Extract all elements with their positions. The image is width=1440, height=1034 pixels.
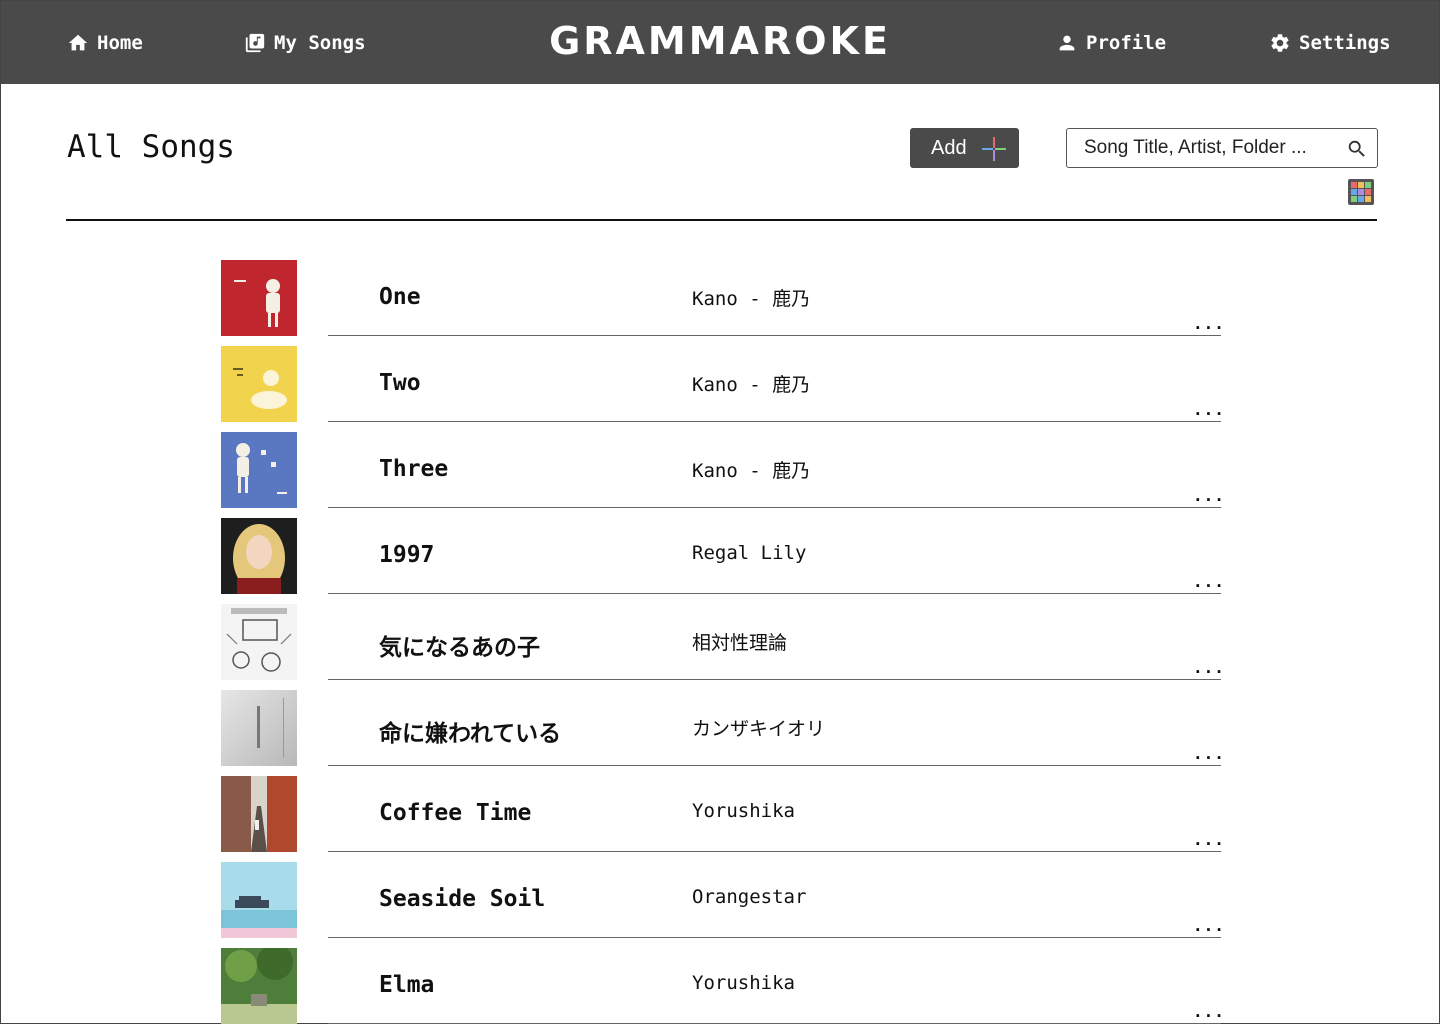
nav-settings[interactable]: Settings [1269, 29, 1391, 57]
song-artist[interactable]: Yorushika [692, 800, 795, 822]
song-title[interactable]: Coffee Time [379, 800, 531, 826]
add-song-button[interactable]: Add [910, 128, 1019, 168]
song-row[interactable]: 命に嫌われている カンザキイオリ ... [1, 690, 1440, 776]
grid-view-icon[interactable] [1348, 179, 1374, 205]
album-art-kininaru-anoko [221, 604, 297, 680]
song-title[interactable]: Seaside Soil [379, 886, 545, 912]
row-divider [328, 421, 1221, 422]
song-artist[interactable]: Yorushika [692, 972, 795, 994]
plus-icon [982, 137, 1006, 161]
album-cover[interactable] [221, 432, 297, 508]
row-divider [328, 937, 1221, 938]
page-title: All Songs [67, 129, 235, 165]
more-options-button[interactable]: ... [1193, 918, 1225, 934]
row-divider [328, 593, 1221, 594]
album-art-two [221, 346, 297, 422]
album-art-elma [221, 948, 297, 1024]
row-divider [328, 679, 1221, 680]
song-row[interactable]: Coffee Time Yorushika ... [1, 776, 1440, 862]
song-artist[interactable]: Kano - 鹿乃 [692, 284, 810, 311]
app-brand[interactable]: GRAMMAROKE [1, 19, 1439, 63]
album-cover[interactable] [221, 604, 297, 680]
album-art-coffee-time [221, 776, 297, 852]
album-art-inochi [221, 690, 297, 766]
more-options-button[interactable]: ... [1193, 316, 1225, 332]
song-title[interactable]: 命に嫌われている [379, 714, 561, 748]
gear-icon [1271, 34, 1289, 52]
song-artist[interactable]: Regal Lily [692, 542, 806, 564]
album-cover[interactable] [221, 948, 297, 1024]
song-row[interactable]: 1997 Regal Lily ... [1, 518, 1440, 604]
more-options-button[interactable]: ... [1193, 1004, 1225, 1020]
top-nav-bar: Home My Songs GRAMMAROKE Profile Setting… [1, 1, 1439, 84]
album-art-three [221, 432, 297, 508]
album-cover[interactable] [221, 518, 297, 594]
more-options-button[interactable]: ... [1193, 660, 1225, 676]
person-icon [1059, 35, 1075, 51]
more-options-button[interactable]: ... [1193, 402, 1225, 418]
song-title[interactable]: Three [379, 456, 448, 482]
search-icon[interactable] [1346, 138, 1368, 160]
more-options-button[interactable]: ... [1193, 746, 1225, 762]
song-row[interactable]: 気になるあの子 相対性理論 ... [1, 604, 1440, 690]
row-divider [328, 765, 1221, 766]
song-title[interactable]: One [379, 284, 421, 310]
song-title[interactable]: 1997 [379, 542, 434, 568]
header-divider [66, 219, 1377, 221]
song-row[interactable]: Seaside Soil Orangestar ... [1, 862, 1440, 948]
more-options-button[interactable]: ... [1193, 488, 1225, 504]
album-cover[interactable] [221, 862, 297, 938]
add-button-label: Add [931, 136, 967, 159]
search-box [1066, 128, 1378, 168]
song-row[interactable]: One Kano - 鹿乃 ... [1, 260, 1440, 346]
song-title[interactable]: 気になるあの子 [379, 628, 540, 662]
search-input[interactable] [1084, 137, 1329, 159]
row-divider [328, 335, 1221, 336]
nav-settings-label: Settings [1299, 32, 1391, 54]
nav-profile-label: Profile [1086, 32, 1167, 54]
album-art-1997 [221, 518, 297, 594]
song-title[interactable]: Two [379, 370, 421, 396]
album-cover[interactable] [221, 776, 297, 852]
song-artist[interactable]: Kano - 鹿乃 [692, 370, 810, 397]
song-row[interactable]: Elma Yorushika ... [1, 948, 1440, 1034]
row-divider [328, 851, 1221, 852]
album-cover[interactable] [221, 346, 297, 422]
song-row[interactable]: Two Kano - 鹿乃 ... [1, 346, 1440, 432]
song-row[interactable]: Three Kano - 鹿乃 ... [1, 432, 1440, 518]
album-cover[interactable] [221, 260, 297, 336]
song-title[interactable]: Elma [379, 972, 434, 998]
nav-profile[interactable]: Profile [1056, 29, 1166, 57]
more-options-button[interactable]: ... [1193, 574, 1225, 590]
song-artist[interactable]: Orangestar [692, 886, 806, 908]
album-art-seaside-soil [221, 862, 297, 938]
more-options-button[interactable]: ... [1193, 832, 1225, 848]
row-divider [328, 507, 1221, 508]
song-artist[interactable]: 相対性理論 [692, 628, 787, 655]
album-art-one [221, 260, 297, 336]
song-artist[interactable]: カンザキイオリ [692, 714, 825, 741]
song-artist[interactable]: Kano - 鹿乃 [692, 456, 810, 483]
album-cover[interactable] [221, 690, 297, 766]
